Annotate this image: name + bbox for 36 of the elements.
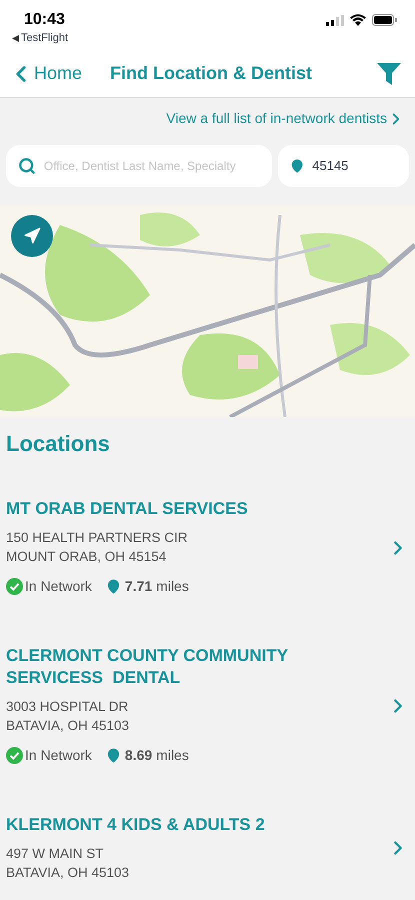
- section-title: Locations: [5, 430, 111, 458]
- network-status: In Network: [25, 746, 92, 765]
- filter-icon: [377, 62, 401, 84]
- search-icon: [18, 156, 36, 176]
- search-input[interactable]: Office, Dentist Last Name, Specialty: [44, 157, 260, 175]
- location-name[interactable]: MT ORAB DENTAL SERVICES: [6, 498, 326, 520]
- back-triangle-icon: [12, 34, 19, 42]
- status-time: 10:43: [23, 10, 66, 30]
- address-line: MOUNT ORAB, OH 45154: [6, 548, 168, 566]
- filter-button[interactable]: [377, 62, 401, 84]
- location-pin-icon: [106, 748, 121, 763]
- distance-unit: miles: [156, 746, 189, 765]
- distance: 7.71: [124, 577, 152, 596]
- battery-icon: [372, 14, 397, 26]
- location-name[interactable]: KLERMONT 4 KIDS & ADULTS 2: [6, 814, 326, 836]
- address-line: 3003 HOSPITAL DR: [6, 698, 130, 716]
- address-line: 150 HEALTH PARTNERS CIR: [6, 529, 189, 547]
- zip-field[interactable]: 45145: [278, 145, 409, 187]
- address-line: 497 W MAIN ST: [6, 845, 105, 863]
- location-pin-icon: [290, 157, 304, 175]
- search-field[interactable]: Office, Dentist Last Name, Specialty: [6, 145, 272, 187]
- navigation-arrow-icon: [23, 227, 41, 245]
- location-name[interactable]: CLERMONT COUNTY COMMUNITY SERVICESS DENTAL: [6, 645, 326, 689]
- back-to-app-link[interactable]: TestFlight: [12, 30, 68, 46]
- address-line: BATAVIA, OH 45103: [6, 864, 130, 882]
- page-title: Find Location & Dentist: [110, 62, 312, 85]
- address-line: BATAVIA, OH 45103: [6, 717, 130, 735]
- back-button[interactable]: Home: [8, 60, 82, 87]
- distance-unit: miles: [156, 577, 189, 596]
- network-status: In Network: [25, 577, 92, 596]
- distance: 8.69: [124, 746, 152, 765]
- zip-input[interactable]: 45145: [312, 156, 397, 176]
- location-pin-icon: [106, 579, 121, 594]
- in-network-list-link[interactable]: View a full list of in-network dentists: [166, 108, 405, 129]
- wifi-icon: [350, 14, 366, 26]
- signal-icon: [326, 14, 344, 26]
